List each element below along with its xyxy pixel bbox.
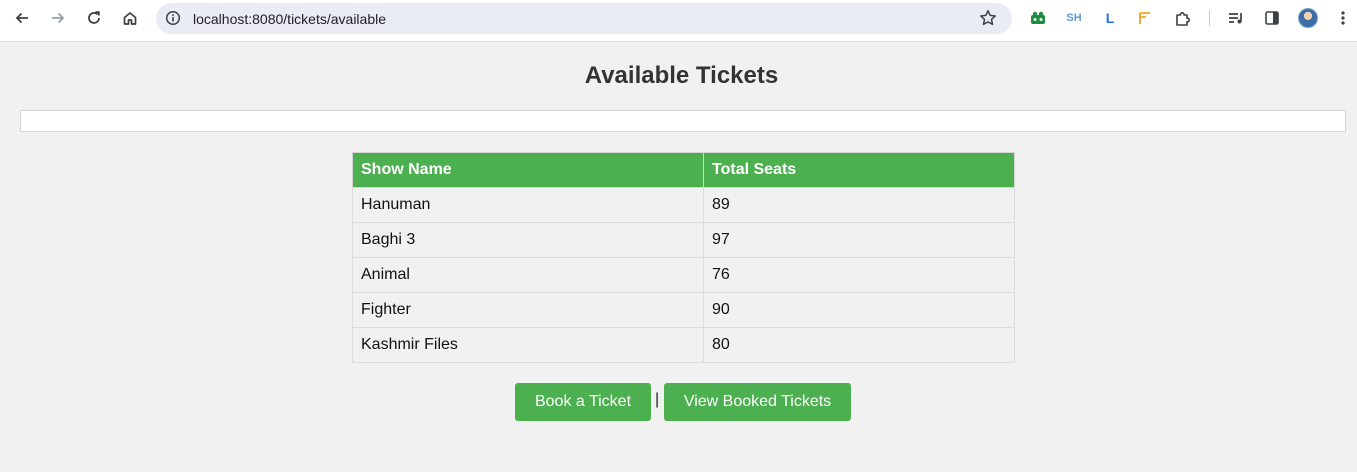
forward-icon[interactable] [43, 5, 73, 31]
extension-green-icon[interactable] [1029, 8, 1047, 28]
profile-avatar[interactable] [1298, 8, 1318, 28]
extension-sh-icon[interactable]: SH [1064, 8, 1084, 28]
table-row: Animal 76 [352, 257, 1015, 293]
reading-list-icon[interactable] [1226, 8, 1246, 28]
total-seats-cell: 97 [703, 222, 1015, 258]
back-icon[interactable] [7, 5, 37, 31]
view-booked-tickets-button[interactable]: View Booked Tickets [664, 383, 851, 421]
show-name-cell: Baghi 3 [352, 222, 704, 258]
header-show-name: Show Name [352, 152, 704, 188]
menu-icon[interactable] [1334, 8, 1352, 28]
message-box [20, 110, 1346, 132]
table-row: Hanuman 89 [352, 187, 1015, 223]
star-icon[interactable] [978, 8, 998, 28]
table-row: Baghi 3 97 [352, 222, 1015, 258]
show-name-cell: Fighter [352, 292, 704, 328]
total-seats-cell: 90 [703, 292, 1015, 328]
total-seats-cell: 89 [703, 187, 1015, 223]
table-row: Fighter 90 [352, 292, 1015, 328]
url-text[interactable]: localhost:8080/tickets/available [193, 11, 386, 27]
button-separator: | [655, 391, 660, 408]
table-row: Kashmir Files 80 [352, 327, 1015, 363]
book-ticket-button[interactable]: Book a Ticket [515, 383, 651, 421]
extension-icon[interactable] [1173, 8, 1193, 28]
extension-orange-icon[interactable] [1136, 8, 1154, 28]
reload-icon[interactable] [79, 5, 109, 31]
show-name-cell: Animal [352, 257, 704, 293]
browser-toolbar: localhost:8080/tickets/available SH L [0, 0, 1357, 42]
show-name-cell: Hanuman [352, 187, 704, 223]
show-name-cell: Kashmir Files [352, 327, 704, 363]
toolbar-divider [1209, 10, 1210, 26]
side-panel-icon[interactable] [1262, 8, 1282, 28]
info-icon[interactable] [164, 9, 182, 27]
page-title: Available Tickets [584, 62, 779, 89]
tickets-table: Show Name Total Seats Hanuman 89 Baghi 3… [352, 152, 1015, 363]
total-seats-cell: 76 [703, 257, 1015, 293]
total-seats-cell: 80 [703, 327, 1015, 363]
home-icon[interactable] [115, 5, 145, 31]
header-total-seats: Total Seats [703, 152, 1015, 188]
extension-l-icon[interactable]: L [1102, 8, 1118, 28]
table-header-row: Show Name Total Seats [352, 152, 1015, 188]
address-bar[interactable]: localhost:8080/tickets/available [156, 3, 1012, 34]
